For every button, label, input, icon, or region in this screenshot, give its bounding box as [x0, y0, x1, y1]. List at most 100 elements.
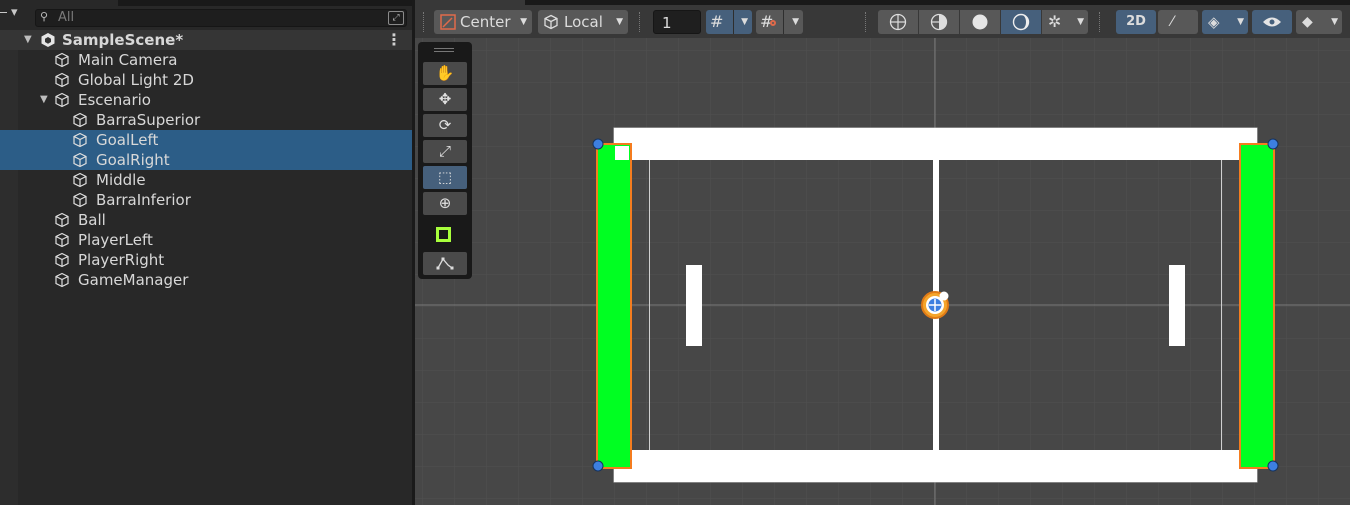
transform-tool[interactable]: ⊕	[423, 192, 467, 215]
pivot-icon	[440, 14, 456, 30]
chevron-down-icon: ▼	[1077, 17, 1084, 27]
hierarchy-item[interactable]: Ball	[0, 210, 412, 230]
scene-grid	[415, 38, 1350, 505]
chevron-down-icon: ▼	[520, 17, 527, 27]
hierarchy-item[interactable]: ▼ Escenario	[0, 90, 412, 110]
hierarchy-item[interactable]: GoalLeft	[0, 130, 412, 150]
pivot-gizmo[interactable]	[921, 291, 949, 319]
hierarchy-item[interactable]: BarraInferior	[0, 190, 412, 210]
rect-tool-icon: ⬚	[437, 168, 453, 186]
goal-left-sprite[interactable]	[596, 143, 632, 469]
wireframe-sphere-icon	[889, 13, 907, 31]
rotate-tool-icon: ⟳	[438, 116, 452, 134]
chevron-down-icon: ▾	[11, 5, 18, 20]
wall-corner	[615, 146, 629, 160]
gameobject-cube-icon	[73, 152, 87, 168]
hand-tool-icon: ✋	[435, 64, 455, 82]
toolbar-separator	[1099, 12, 1101, 32]
split-divider	[733, 10, 734, 34]
rotate-tool[interactable]: ⟳	[423, 114, 467, 137]
rect-handle-top-right[interactable]	[1267, 138, 1279, 150]
scene-name: SampleScene*	[62, 31, 184, 49]
player-right-sprite[interactable]	[1169, 265, 1185, 346]
chevron-down-icon: ▼	[792, 17, 799, 27]
bug-icon: ✲	[1048, 12, 1062, 31]
hierarchy-item[interactable]: PlayerRight	[0, 250, 412, 270]
search-expand-icon[interactable]: ⤢	[388, 11, 404, 25]
2d-view-toggle[interactable]: 2D	[1116, 10, 1156, 34]
shaded-wireframe-sphere-icon	[930, 13, 948, 31]
panel-tab-strip	[525, 0, 1350, 5]
debug-draw-mode-dropdown[interactable]: ✲ ▼	[1042, 10, 1088, 34]
hierarchy-item[interactable]: Middle	[0, 170, 412, 190]
hierarchy-item[interactable]: Global Light 2D	[0, 70, 412, 90]
scene-visibility-toggle[interactable]	[1252, 10, 1292, 34]
gameobject-cube-icon	[55, 212, 69, 228]
move-tool[interactable]: ✥	[423, 88, 467, 111]
hierarchy-item-label: Global Light 2D	[78, 71, 194, 89]
rect-handle-bottom-right[interactable]	[1267, 460, 1279, 472]
expand-arrow-icon[interactable]: ▼	[24, 30, 32, 50]
pivot-rotation-dropdown[interactable]: Local ▼	[538, 10, 628, 34]
player-left-sprite[interactable]	[686, 265, 702, 346]
hierarchy-item[interactable]: GameManager	[0, 270, 412, 290]
panel-tab-strip	[118, 0, 412, 6]
hierarchy-item[interactable]: GoalRight	[0, 150, 412, 170]
layers-icon: ◆	[1302, 14, 1313, 30]
hierarchy-item[interactable]: Main Camera	[0, 50, 412, 70]
hierarchy-toolbar: ▾ ⚲ All ⤢	[0, 0, 412, 30]
goal-right-sprite[interactable]	[1239, 143, 1275, 469]
chevron-down-icon: ▼	[1237, 17, 1244, 27]
gameobject-cube-icon	[73, 192, 87, 208]
increment-snap-toggle[interactable]: # ▼	[756, 10, 803, 34]
hierarchy-search-input[interactable]: ⚲ All ⤢	[35, 9, 407, 27]
edit-collider-icon[interactable]	[436, 227, 451, 242]
gameobject-cube-icon	[55, 92, 69, 108]
chevron-down-icon: ▼	[741, 17, 748, 27]
draw-mode-wireframe-button[interactable]	[878, 10, 918, 34]
local-cube-icon	[544, 14, 558, 30]
overlay-drag-handle[interactable]	[434, 48, 454, 52]
rect-tool[interactable]: ⬚	[423, 166, 467, 189]
draw-mode-shaded-wireframe-button[interactable]	[919, 10, 959, 34]
search-icon: ⚲	[40, 10, 49, 23]
grid-snapping-toggle[interactable]: # ▼	[706, 10, 752, 34]
effects-layers-icon: ◈	[1208, 13, 1220, 31]
hierarchy-item-label: BarraSuperior	[96, 111, 201, 129]
scale-tool-icon: ⤢	[438, 142, 451, 160]
grid-snap-increment-field[interactable]: 1	[653, 10, 701, 34]
2d-label: 2D	[1126, 14, 1146, 29]
gameobject-cube-icon	[55, 52, 69, 68]
sprite-shape-tool[interactable]	[423, 252, 467, 275]
expand-arrow-icon[interactable]: ▼	[40, 90, 48, 110]
scene-menu-icon[interactable]: ⋮	[386, 30, 402, 50]
hierarchy-item-label: GoalRight	[96, 151, 170, 169]
gameobject-cube-icon	[55, 272, 69, 288]
toolbar-separator	[639, 12, 641, 32]
hierarchy-panel: ▾ ⚲ All ⤢ ▼ SampleScene* ⋮ Main Camera Gl…	[0, 0, 412, 505]
hierarchy-item-label: Middle	[96, 171, 146, 189]
scene-view[interactable]: Center ▼ Local ▼ 1 # ▼ # ▼ ✲ ▼ 2D ⁄ ◈ ▼ …	[415, 0, 1350, 505]
scale-tool[interactable]: ⤢	[423, 140, 467, 163]
scene-effects-dropdown[interactable]: ◈ ▼	[1202, 10, 1248, 34]
search-filter-text: All	[58, 10, 75, 25]
eye-icon	[1263, 17, 1281, 27]
scene-row[interactable]: ▼ SampleScene* ⋮	[0, 30, 412, 50]
pivot-mode-dropdown[interactable]: Center ▼	[434, 10, 532, 34]
layers-dropdown[interactable]: ◆ ▼	[1296, 10, 1342, 34]
add-menu-button[interactable]: ▾	[0, 5, 24, 28]
scene-lighting-toggle[interactable]: ⁄	[1158, 10, 1198, 34]
draw-mode-unlit-button[interactable]	[1001, 10, 1041, 34]
draw-mode-shaded-button[interactable]	[960, 10, 1000, 34]
scene-canvas[interactable]	[415, 38, 1350, 505]
rect-handle-top-left[interactable]	[592, 138, 604, 150]
light-off-icon: ⁄	[1171, 14, 1174, 30]
magnet-icon	[770, 20, 776, 26]
gameobject-cube-icon	[55, 72, 69, 88]
rect-handle-bottom-left[interactable]	[592, 460, 604, 472]
hierarchy-item[interactable]: BarraSuperior	[0, 110, 412, 130]
hand-tool[interactable]: ✋	[423, 62, 467, 85]
transform-tool-icon: ⊕	[438, 194, 452, 212]
hierarchy-item[interactable]: PlayerLeft	[0, 230, 412, 250]
move-tool-icon: ✥	[438, 90, 452, 108]
